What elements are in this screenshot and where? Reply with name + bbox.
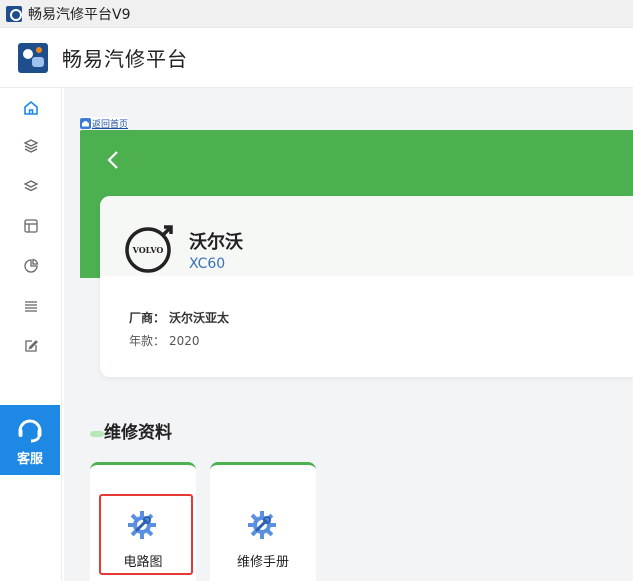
pie-chart-icon: [24, 258, 39, 273]
menu-icon: [25, 301, 37, 312]
back-home-text: 返回首页: [92, 119, 129, 130]
year-value: 2020: [169, 334, 200, 348]
customer-service-button[interactable]: 客服: [0, 405, 60, 475]
gear-wrench-icon: [248, 511, 276, 539]
vehicle-brand: 沃尔沃: [189, 232, 243, 253]
tile-repair-manual-label: 维修手册: [236, 555, 289, 570]
main-content: 返回首页 VOLVO 沃尔沃 XC60 厂商： 沃尔沃亚太 年款： 2020 维修资…: [64, 88, 633, 581]
window-titlebar: 畅易汽修平台V9: [0, 0, 633, 28]
vehicle-model: XC60: [189, 256, 226, 272]
vehicle-card-header: [100, 196, 633, 276]
home-small-icon: [80, 117, 91, 129]
sidebar-item-layers-alt[interactable]: [0, 166, 62, 206]
section-accent-bar: [90, 431, 104, 437]
svg-text:VOLVO: VOLVO: [132, 245, 164, 255]
layers-alt-icon: [23, 180, 39, 192]
sidebar-item-menu[interactable]: [0, 286, 62, 326]
edit-icon: [25, 340, 38, 352]
section-title: 维修资料: [104, 422, 172, 443]
back-home-link[interactable]: 返回首页: [80, 117, 129, 130]
window-title: 畅易汽修平台V9: [28, 6, 131, 23]
sidebar: 客服: [0, 88, 62, 581]
tile-repair-manual[interactable]: 维修手册: [210, 462, 316, 581]
app-name: 畅易汽修平台: [62, 47, 188, 71]
manufacturer-row: 厂商： 沃尔沃亚太: [129, 309, 229, 326]
sidebar-item-home[interactable]: [0, 88, 62, 128]
layers-icon: [23, 139, 39, 153]
section-repair-info: 维修资料: [90, 418, 172, 443]
chevron-left-icon[interactable]: [106, 150, 120, 170]
app-header: 畅易汽修平台: [0, 28, 633, 88]
headset-icon: [18, 419, 42, 442]
highlight-box: [99, 494, 193, 575]
year-label: 年款：: [129, 334, 166, 348]
sidebar-item-pie-chart[interactable]: [0, 246, 62, 286]
home-icon: [24, 100, 38, 115]
manufacturer-value: 沃尔沃亚太: [169, 311, 230, 325]
layout-icon: [24, 219, 38, 233]
manufacturer-label: 厂商：: [129, 311, 166, 325]
year-row: 年款： 2020: [129, 332, 200, 349]
customer-service-label: 客服: [16, 451, 43, 467]
app-window-icon: [6, 5, 22, 22]
sidebar-item-layout[interactable]: [0, 206, 62, 246]
app-logo-icon: [18, 42, 48, 73]
sidebar-item-edit[interactable]: [0, 326, 62, 366]
vehicle-card: VOLVO 沃尔沃 XC60 厂商： 沃尔沃亚太 年款： 2020: [100, 196, 633, 377]
sidebar-item-layers[interactable]: [0, 126, 62, 166]
volvo-logo-icon: VOLVO: [125, 225, 173, 273]
